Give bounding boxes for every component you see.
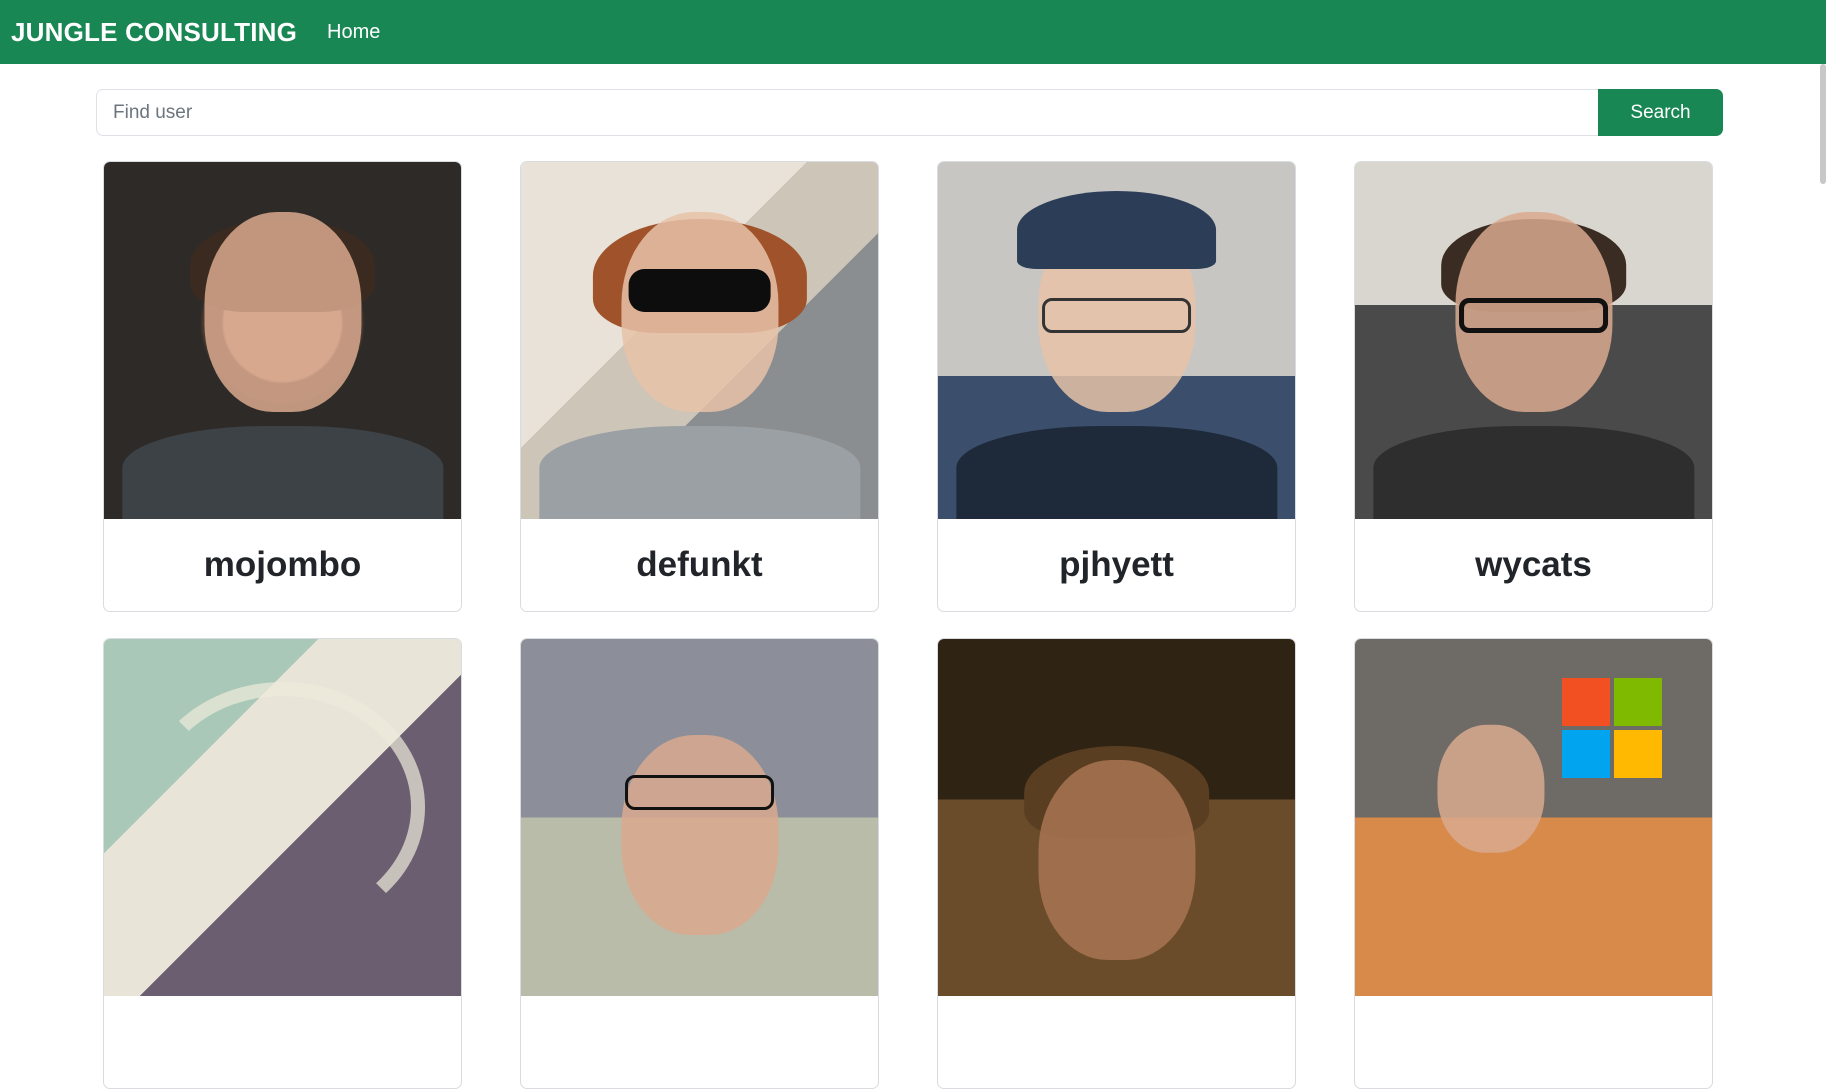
card-body: mojombo bbox=[104, 519, 461, 611]
avatar-shirt-shape bbox=[538, 426, 861, 519]
card-body bbox=[521, 996, 878, 1088]
user-card[interactable] bbox=[103, 638, 462, 1089]
user-avatar bbox=[521, 162, 878, 519]
brand-logo-text[interactable]: JUNGLE CONSULTING bbox=[11, 17, 297, 48]
avatar-face-shape bbox=[620, 735, 779, 936]
username-heading: defunkt bbox=[636, 545, 763, 584]
user-avatar bbox=[521, 639, 878, 996]
user-avatar bbox=[104, 639, 461, 996]
avatar-shirt-shape bbox=[121, 426, 444, 519]
search-button[interactable]: Search bbox=[1598, 89, 1723, 136]
user-search-form: Search bbox=[96, 89, 1723, 136]
avatar-shirt-shape bbox=[1372, 426, 1695, 519]
user-avatar bbox=[1355, 639, 1712, 996]
card-body bbox=[104, 996, 461, 1088]
avatar-glasses-shape bbox=[1041, 297, 1192, 334]
avatar-cap-shape bbox=[1016, 190, 1217, 270]
avatar-glasses-shape bbox=[624, 774, 775, 811]
avatar-artwork-swirl bbox=[139, 681, 426, 932]
user-card[interactable]: defunkt bbox=[520, 161, 879, 612]
card-body: wycats bbox=[1355, 519, 1712, 611]
avatar-shirt-shape bbox=[955, 426, 1278, 519]
user-avatar bbox=[104, 162, 461, 519]
page-scrollbar-thumb[interactable] bbox=[1820, 64, 1826, 184]
user-card-grid: mojombo defunkt pjhyett wycats bbox=[103, 161, 1713, 1089]
user-card[interactable]: wycats bbox=[1354, 161, 1713, 612]
avatar-face-shape bbox=[1437, 724, 1545, 854]
user-card[interactable]: mojombo bbox=[103, 161, 462, 612]
user-avatar bbox=[938, 639, 1295, 996]
user-card[interactable]: pjhyett bbox=[937, 161, 1296, 612]
card-body: pjhyett bbox=[938, 519, 1295, 611]
username-heading: pjhyett bbox=[1059, 545, 1174, 584]
card-body bbox=[1355, 996, 1712, 1088]
avatar-face-shape bbox=[203, 211, 362, 412]
avatar-face-shape bbox=[1037, 760, 1196, 961]
user-avatar bbox=[938, 162, 1295, 519]
search-input[interactable] bbox=[96, 89, 1598, 136]
microsoft-logo-icon bbox=[1562, 678, 1663, 779]
card-body bbox=[938, 996, 1295, 1088]
avatar-face-shape bbox=[620, 211, 779, 412]
top-navbar: JUNGLE CONSULTING Home bbox=[0, 0, 1826, 64]
username-heading: mojombo bbox=[203, 545, 362, 584]
avatar-glasses-shape bbox=[1458, 297, 1609, 334]
user-avatar bbox=[1355, 162, 1712, 519]
user-card[interactable] bbox=[1354, 638, 1713, 1089]
nav-link-home[interactable]: Home bbox=[327, 21, 380, 44]
user-card[interactable] bbox=[937, 638, 1296, 1089]
username-heading: wycats bbox=[1475, 545, 1592, 584]
user-card[interactable] bbox=[520, 638, 879, 1089]
card-body: defunkt bbox=[521, 519, 878, 611]
avatar-sunglasses-shape bbox=[628, 269, 771, 312]
